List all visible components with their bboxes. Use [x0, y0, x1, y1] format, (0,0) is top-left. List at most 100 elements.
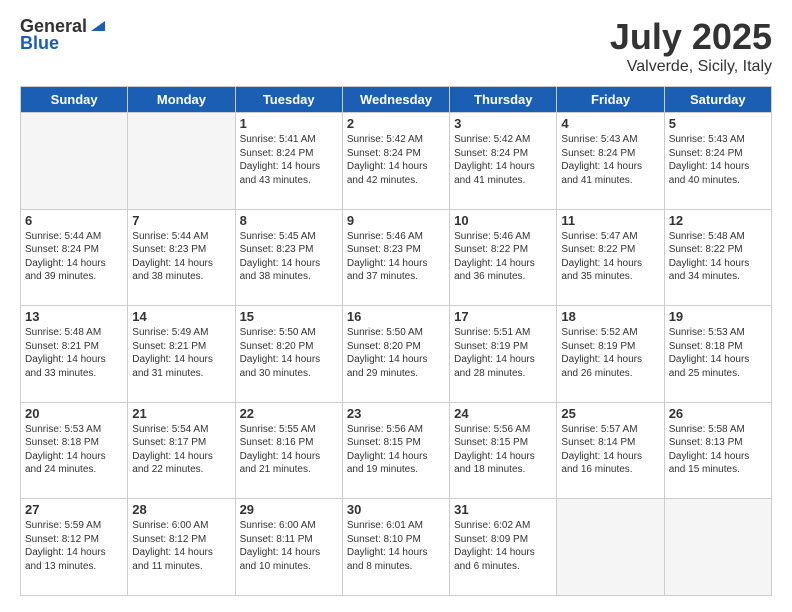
day-number: 25: [561, 406, 659, 421]
cell-details: Sunrise: 5:53 AMSunset: 8:18 PMDaylight:…: [25, 423, 123, 477]
day-number: 12: [669, 213, 767, 228]
day-number: 22: [240, 406, 338, 421]
calendar-cell: 1 Sunrise: 5:41 AMSunset: 8:24 PMDaylight…: [235, 113, 342, 210]
day-number: 6: [25, 213, 123, 228]
day-number: 28: [132, 502, 230, 517]
calendar-cell: 25 Sunrise: 5:57 AMSunset: 8:14 PMDayligh…: [557, 402, 664, 499]
day-number: 3: [454, 116, 552, 131]
day-number: 10: [454, 213, 552, 228]
cell-details: Sunrise: 6:01 AMSunset: 8:10 PMDaylight:…: [347, 519, 445, 573]
cell-details: Sunrise: 5:51 AMSunset: 8:19 PMDaylight:…: [454, 326, 552, 380]
cell-details: Sunrise: 5:46 AMSunset: 8:23 PMDaylight:…: [347, 230, 445, 284]
logo: General Blue: [20, 16, 107, 54]
cell-details: Sunrise: 5:41 AMSunset: 8:24 PMDaylight:…: [240, 133, 338, 187]
day-number: 11: [561, 213, 659, 228]
calendar-cell: [664, 499, 771, 596]
calendar-cell: 23 Sunrise: 5:56 AMSunset: 8:15 PMDayligh…: [342, 402, 449, 499]
cell-details: Sunrise: 6:00 AMSunset: 8:11 PMDaylight:…: [240, 519, 338, 573]
calendar-cell: 24 Sunrise: 5:56 AMSunset: 8:15 PMDayligh…: [450, 402, 557, 499]
week-row-4: 20 Sunrise: 5:53 AMSunset: 8:18 PMDayligh…: [21, 402, 772, 499]
calendar-cell: 29 Sunrise: 6:00 AMSunset: 8:11 PMDayligh…: [235, 499, 342, 596]
day-number: 9: [347, 213, 445, 228]
week-row-1: 1 Sunrise: 5:41 AMSunset: 8:24 PMDaylight…: [21, 113, 772, 210]
cell-details: Sunrise: 5:55 AMSunset: 8:16 PMDaylight:…: [240, 423, 338, 477]
day-number: 8: [240, 213, 338, 228]
calendar-cell: [21, 113, 128, 210]
cell-details: Sunrise: 5:50 AMSunset: 8:20 PMDaylight:…: [347, 326, 445, 380]
day-number: 29: [240, 502, 338, 517]
week-row-5: 27 Sunrise: 5:59 AMSunset: 8:12 PMDayligh…: [21, 499, 772, 596]
calendar-cell: 5Sunrise: 5:43 AMSunset: 8:24 PMDaylight…: [664, 113, 771, 210]
calendar-cell: 14Sunrise: 5:49 AMSunset: 8:21 PMDayligh…: [128, 306, 235, 403]
weekday-header-monday: Monday: [128, 87, 235, 113]
calendar-cell: 31Sunrise: 6:02 AMSunset: 8:09 PMDayligh…: [450, 499, 557, 596]
day-number: 5: [669, 116, 767, 131]
calendar-cell: [557, 499, 664, 596]
header: General Blue July 2025 Valverde, Sicily,…: [20, 16, 772, 76]
cell-details: Sunrise: 5:44 AMSunset: 8:24 PMDaylight:…: [25, 230, 123, 284]
page: General Blue July 2025 Valverde, Sicily,…: [0, 0, 792, 612]
day-number: 31: [454, 502, 552, 517]
day-number: 26: [669, 406, 767, 421]
calendar-cell: 6 Sunrise: 5:44 AMSunset: 8:24 PMDaylight…: [21, 209, 128, 306]
calendar-cell: 7 Sunrise: 5:44 AMSunset: 8:23 PMDaylight…: [128, 209, 235, 306]
cell-details: Sunrise: 5:49 AMSunset: 8:21 PMDaylight:…: [132, 326, 230, 380]
calendar-cell: 26 Sunrise: 5:58 AMSunset: 8:13 PMDayligh…: [664, 402, 771, 499]
day-number: 20: [25, 406, 123, 421]
weekday-header-wednesday: Wednesday: [342, 87, 449, 113]
weekday-header-tuesday: Tuesday: [235, 87, 342, 113]
calendar-cell: 9 Sunrise: 5:46 AMSunset: 8:23 PMDaylight…: [342, 209, 449, 306]
calendar-cell: 11 Sunrise: 5:47 AMSunset: 8:22 PMDayligh…: [557, 209, 664, 306]
day-number: 30: [347, 502, 445, 517]
cell-details: Sunrise: 5:44 AMSunset: 8:23 PMDaylight:…: [132, 230, 230, 284]
calendar-cell: 8Sunrise: 5:45 AMSunset: 8:23 PMDaylight…: [235, 209, 342, 306]
week-row-3: 13 Sunrise: 5:48 AMSunset: 8:21 PMDayligh…: [21, 306, 772, 403]
logo-arrow-icon: [89, 17, 107, 35]
logo-blue: Blue: [20, 33, 59, 54]
calendar-cell: 10Sunrise: 5:46 AMSunset: 8:22 PMDayligh…: [450, 209, 557, 306]
calendar-cell: 12 Sunrise: 5:48 AMSunset: 8:22 PMDayligh…: [664, 209, 771, 306]
cell-details: Sunrise: 5:54 AMSunset: 8:17 PMDaylight:…: [132, 423, 230, 477]
cell-details: Sunrise: 5:48 AMSunset: 8:21 PMDaylight:…: [25, 326, 123, 380]
day-number: 4: [561, 116, 659, 131]
day-number: 7: [132, 213, 230, 228]
cell-details: Sunrise: 5:42 AMSunset: 8:24 PMDaylight:…: [454, 133, 552, 187]
day-number: 21: [132, 406, 230, 421]
calendar-cell: 30 Sunrise: 6:01 AMSunset: 8:10 PMDayligh…: [342, 499, 449, 596]
day-number: 1: [240, 116, 338, 131]
cell-details: Sunrise: 6:00 AMSunset: 8:12 PMDaylight:…: [132, 519, 230, 573]
cell-details: Sunrise: 5:43 AMSunset: 8:24 PMDaylight:…: [561, 133, 659, 187]
day-number: 24: [454, 406, 552, 421]
weekday-header-saturday: Saturday: [664, 87, 771, 113]
day-number: 27: [25, 502, 123, 517]
calendar-cell: 22 Sunrise: 5:55 AMSunset: 8:16 PMDayligh…: [235, 402, 342, 499]
calendar-cell: 15Sunrise: 5:50 AMSunset: 8:20 PMDayligh…: [235, 306, 342, 403]
calendar-cell: 20 Sunrise: 5:53 AMSunset: 8:18 PMDayligh…: [21, 402, 128, 499]
calendar-cell: [128, 113, 235, 210]
cell-details: Sunrise: 5:47 AMSunset: 8:22 PMDaylight:…: [561, 230, 659, 284]
day-number: 23: [347, 406, 445, 421]
weekday-header-friday: Friday: [557, 87, 664, 113]
day-number: 13: [25, 309, 123, 324]
cell-details: Sunrise: 5:53 AMSunset: 8:18 PMDaylight:…: [669, 326, 767, 380]
calendar-cell: 19Sunrise: 5:53 AMSunset: 8:18 PMDayligh…: [664, 306, 771, 403]
calendar-cell: 16Sunrise: 5:50 AMSunset: 8:20 PMDayligh…: [342, 306, 449, 403]
cell-details: Sunrise: 5:42 AMSunset: 8:24 PMDaylight:…: [347, 133, 445, 187]
cell-details: Sunrise: 5:48 AMSunset: 8:22 PMDaylight:…: [669, 230, 767, 284]
calendar-cell: 17 Sunrise: 5:51 AMSunset: 8:19 PMDayligh…: [450, 306, 557, 403]
day-number: 15: [240, 309, 338, 324]
calendar-cell: 2Sunrise: 5:42 AMSunset: 8:24 PMDaylight…: [342, 113, 449, 210]
week-row-2: 6 Sunrise: 5:44 AMSunset: 8:24 PMDaylight…: [21, 209, 772, 306]
calendar-cell: 21 Sunrise: 5:54 AMSunset: 8:17 PMDayligh…: [128, 402, 235, 499]
cell-details: Sunrise: 5:57 AMSunset: 8:14 PMDaylight:…: [561, 423, 659, 477]
day-number: 18: [561, 309, 659, 324]
cell-details: Sunrise: 5:56 AMSunset: 8:15 PMDaylight:…: [347, 423, 445, 477]
calendar-cell: 4 Sunrise: 5:43 AMSunset: 8:24 PMDaylight…: [557, 113, 664, 210]
weekday-header-thursday: Thursday: [450, 87, 557, 113]
weekday-header-sunday: Sunday: [21, 87, 128, 113]
cell-details: Sunrise: 5:59 AMSunset: 8:12 PMDaylight:…: [25, 519, 123, 573]
day-number: 17: [454, 309, 552, 324]
cell-details: Sunrise: 5:56 AMSunset: 8:15 PMDaylight:…: [454, 423, 552, 477]
cell-details: Sunrise: 5:58 AMSunset: 8:13 PMDaylight:…: [669, 423, 767, 477]
location: Valverde, Sicily, Italy: [610, 58, 772, 76]
